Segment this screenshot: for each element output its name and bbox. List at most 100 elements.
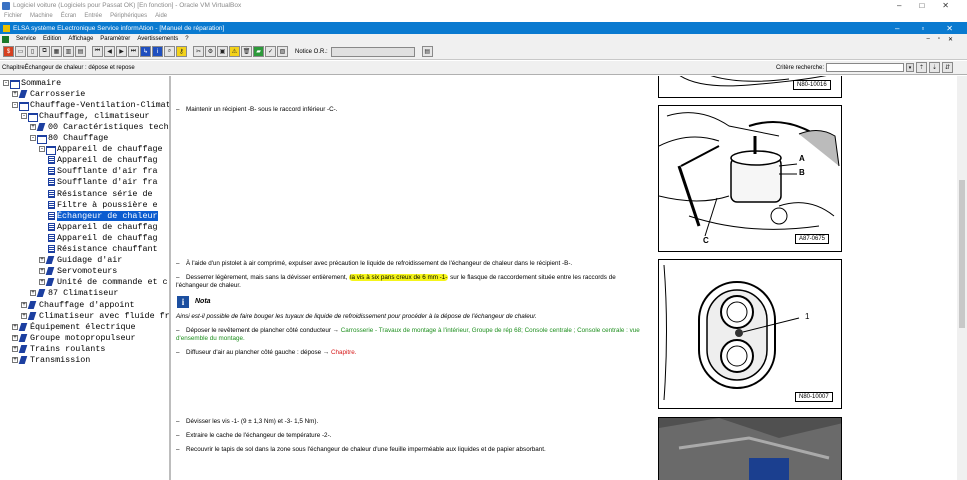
search-all-icon[interactable]: ⇵	[942, 62, 953, 73]
expand-icon[interactable]: +	[30, 290, 36, 297]
collapse-icon[interactable]: -	[3, 79, 9, 86]
collapse-icon[interactable]: -	[39, 146, 45, 153]
tree-item[interactable]: - Appareil de chauffage	[39, 144, 163, 156]
image-icon[interactable]: ▦	[51, 46, 62, 57]
tree-item[interactable]: + Climatiseur avec fluide fr	[21, 310, 169, 321]
vbox-menu-machine[interactable]: Machine	[30, 13, 53, 19]
elsa-close-button[interactable]: ✕	[946, 24, 953, 33]
expand-icon[interactable]: +	[12, 90, 18, 97]
tree-item[interactable]: - Sommaire	[3, 77, 61, 89]
grid-icon[interactable]: ▥	[63, 46, 74, 57]
tree-item-label: 80 Chauffage	[48, 133, 109, 143]
menu-affichage[interactable]: Affichage	[68, 36, 93, 42]
tree-item[interactable]: + Carrosserie	[12, 88, 85, 99]
tree-item[interactable]: + Équipement électrique	[12, 321, 136, 332]
collapse-icon[interactable]: -	[12, 101, 18, 108]
trash-icon[interactable]: 🗑	[241, 46, 252, 57]
tree-item[interactable]: - Chauffage, climatiseur	[21, 110, 150, 122]
vbox-menu-aide[interactable]: Aide	[155, 13, 167, 19]
tree-item[interactable]: Appareil de chauffag	[48, 155, 158, 166]
tree-item[interactable]: - Chauffage-Ventilation-Climat	[12, 99, 169, 111]
vbox-menu-ecran[interactable]: Écran	[61, 13, 77, 19]
first-page-icon[interactable]: ⏮	[92, 46, 103, 57]
tools-icon[interactable]: ✂	[193, 46, 204, 57]
criteria-input[interactable]	[826, 63, 904, 72]
menu-help[interactable]: ?	[185, 36, 188, 42]
expand-icon[interactable]: +	[12, 345, 18, 352]
report-icon[interactable]: ▣	[217, 46, 228, 57]
expand-icon[interactable]: +	[21, 312, 27, 319]
tree-item[interactable]: Appareil de chauffag	[48, 221, 158, 232]
search-notice-icon[interactable]: ▤	[421, 46, 433, 57]
tree-item[interactable]: + Servomoteurs	[39, 266, 117, 277]
scrollbar-thumb[interactable]	[959, 180, 965, 328]
copy-icon[interactable]: ⧉	[39, 46, 50, 57]
expand-icon[interactable]: +	[12, 334, 18, 341]
new-page-icon[interactable]: ▯	[27, 46, 38, 57]
content-scrollbar[interactable]	[957, 76, 967, 480]
expand-icon[interactable]: +	[39, 257, 45, 264]
search-up-icon[interactable]: ⇡	[916, 62, 927, 73]
tree-item-label: Échangeur de chaleur	[57, 210, 158, 221]
pages-icon[interactable]: ▤	[75, 46, 86, 57]
inner-minimize-button[interactable]: –	[926, 36, 929, 43]
menu-service[interactable]: Service	[16, 36, 36, 42]
tree-item[interactable]: Résistance chauffant	[48, 244, 158, 255]
criteria-dropdown[interactable]: ▾	[906, 63, 914, 72]
vbox-menu-fichier[interactable]: Fichier	[4, 13, 22, 19]
tree-item[interactable]: + Unité de commande et c	[39, 277, 168, 288]
menu-avertissements[interactable]: Avertissements	[137, 36, 178, 42]
tree-item[interactable]: Appareil de chauffag	[48, 232, 158, 243]
tree-item[interactable]: + Chauffage d'appoint	[21, 299, 135, 310]
expand-icon[interactable]: +	[12, 323, 18, 330]
collapse-icon[interactable]: -	[30, 135, 36, 141]
tree-item[interactable]: +87 Climatiseur	[30, 288, 118, 299]
elsa-maximize-button[interactable]: ▫	[921, 24, 924, 33]
inner-close-button[interactable]: ✕	[948, 36, 953, 43]
tree-item[interactable]: + Transmission	[12, 355, 90, 366]
maximize-button[interactable]: □	[919, 1, 924, 10]
tree-item[interactable]: + Groupe motopropulseur	[12, 332, 136, 343]
menu-parametrer[interactable]: Paramètrer	[100, 36, 130, 42]
checklist-icon[interactable]: ✓	[265, 46, 276, 57]
clipboard-icon[interactable]: ▧	[277, 46, 288, 57]
tree-item[interactable]: Soufflante d'air fra	[48, 177, 158, 188]
link-chapitre[interactable]: Chapitre.	[331, 349, 357, 356]
expand-icon[interactable]: +	[12, 357, 18, 363]
tree-item[interactable]: + Guidage d'air	[39, 255, 122, 266]
jump-icon[interactable]: ↳	[140, 46, 151, 57]
settings-icon[interactable]: ⚙	[205, 46, 216, 57]
print-icon[interactable]: ▭	[15, 46, 26, 57]
menu-edition[interactable]: Edition	[43, 36, 61, 42]
info-icon[interactable]: i	[152, 46, 163, 57]
collapse-icon[interactable]: -	[21, 112, 27, 119]
vbox-menu-peripheriques[interactable]: Périphériques	[110, 13, 147, 19]
close-button[interactable]: ✕	[942, 1, 949, 10]
tree-item[interactable]: +00 Caractéristiques tech	[30, 121, 169, 132]
expand-icon[interactable]: +	[21, 301, 27, 308]
expand-icon[interactable]: +	[39, 279, 45, 286]
prev-page-icon[interactable]: ◀	[104, 46, 115, 57]
tree-item[interactable]: Résistance série de	[48, 188, 153, 199]
warning-icon[interactable]: ⚠	[229, 46, 240, 57]
notice-input[interactable]	[330, 46, 415, 57]
tree-item[interactable]: Échangeur de chaleur	[48, 210, 158, 221]
key-icon[interactable]: ⚷	[176, 46, 187, 57]
tree-item[interactable]: - 80 Chauffage	[30, 133, 108, 144]
elsa-minimize-button[interactable]: –	[895, 24, 899, 33]
tree-item[interactable]: Soufflante d'air fra	[48, 166, 158, 177]
car-icon[interactable]: ▰	[253, 46, 264, 57]
minimize-button[interactable]: –	[897, 1, 901, 10]
next-page-icon[interactable]: ▶	[116, 46, 127, 57]
inner-restore-button[interactable]: ▫	[938, 36, 940, 43]
expand-icon[interactable]: +	[30, 123, 36, 130]
chapter-bar: ChapitreÉchangeur de chaleur : dépose et…	[0, 61, 967, 75]
last-page-icon[interactable]: ⏭	[128, 46, 139, 57]
dollar-icon[interactable]: $	[3, 46, 14, 57]
tree-item[interactable]: + Trains roulants	[12, 343, 105, 354]
search-down-icon[interactable]: ⇣	[929, 62, 940, 73]
vbox-menu-entree[interactable]: Entrée	[84, 13, 102, 19]
expand-icon[interactable]: +	[39, 268, 45, 275]
zoom-icon[interactable]: ⌕	[164, 46, 175, 57]
tree-item[interactable]: Filtre à poussière e	[48, 199, 158, 210]
